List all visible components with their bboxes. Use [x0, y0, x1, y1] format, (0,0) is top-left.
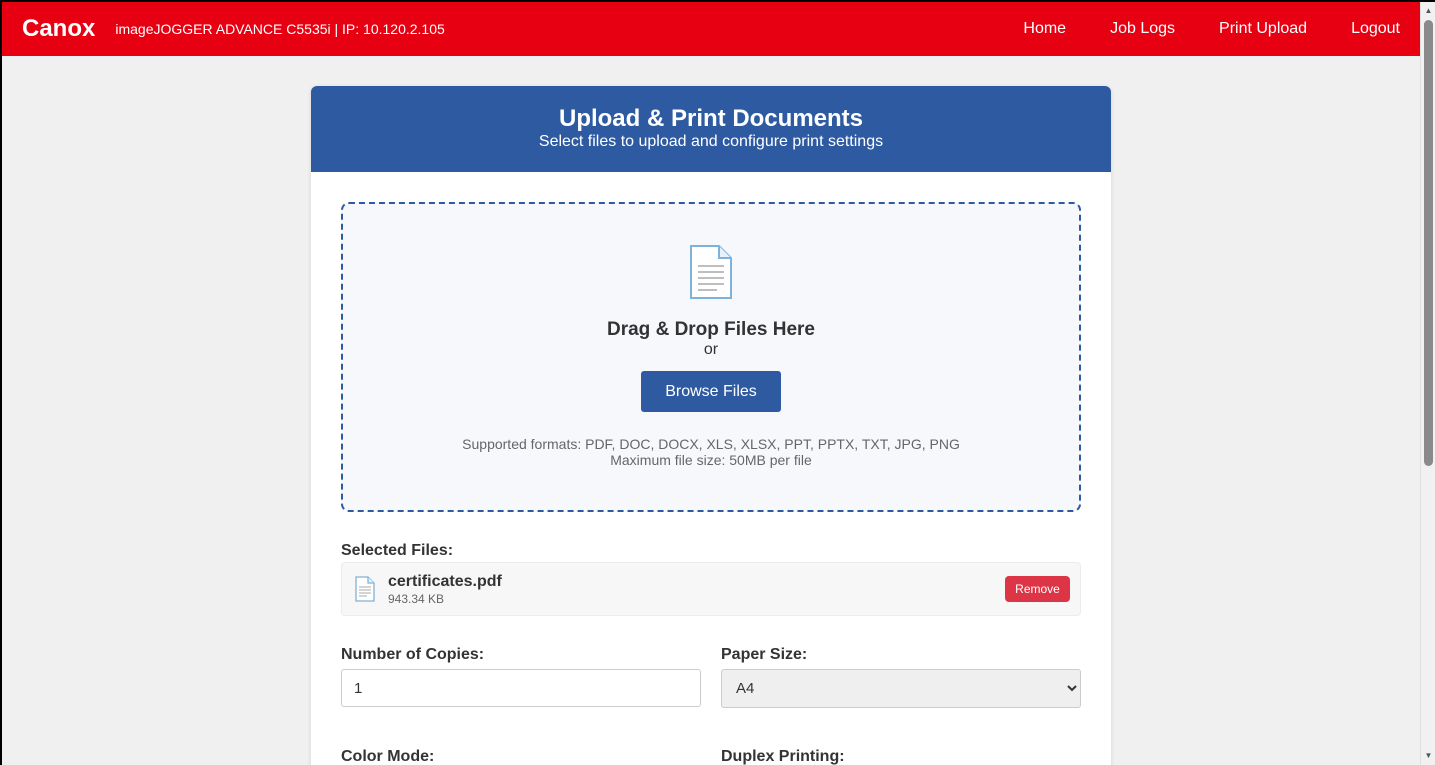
browse-files-button[interactable]: Browse Files — [641, 371, 781, 412]
scroll-up-arrow-icon[interactable]: ▲ — [1421, 4, 1435, 18]
settings-row-2: Color Mode: Duplex Printing: — [341, 748, 1081, 765]
brand-logo[interactable]: Canox — [22, 15, 95, 43]
copies-group: Number of Copies: — [341, 646, 701, 708]
selected-file-item: certificates.pdf 943.34 KB Remove — [341, 562, 1081, 616]
device-info: imageJOGGER ADVANCE C5535i | IP: 10.120.… — [115, 21, 445, 37]
document-icon — [685, 244, 737, 300]
nav-links: Home Job Logs Print Upload Logout — [979, 20, 1400, 38]
file-dropzone[interactable]: Drag & Drop Files Here or Browse Files S… — [341, 202, 1081, 512]
file-name: certificates.pdf — [388, 572, 502, 590]
page-title: Upload & Print Documents — [558, 105, 864, 132]
remove-file-button[interactable]: Remove — [1005, 576, 1070, 602]
copies-input[interactable] — [341, 669, 701, 707]
file-info: certificates.pdf 943.34 KB — [388, 573, 1005, 606]
settings-row-1: Number of Copies: Paper Size: A4 — [341, 646, 1081, 708]
duplex-label: Duplex Printing: — [721, 748, 845, 765]
file-size: 943.34 KB — [388, 591, 445, 606]
scroll-thumb[interactable] — [1424, 20, 1433, 466]
dropzone-title: Drag & Drop Files Here — [607, 319, 815, 340]
page-scrollbar[interactable]: ▲ ▼ — [1420, 2, 1435, 765]
nav-link-print-upload[interactable]: Print Upload — [1219, 20, 1307, 38]
page-subtitle: Select files to upload and configure pri… — [538, 133, 884, 150]
color-mode-label: Color Mode: — [341, 748, 435, 765]
supported-formats-text: Supported formats: PDF, DOC, DOCX, XLS, … — [462, 436, 960, 452]
copies-label: Number of Copies: — [341, 646, 485, 663]
max-file-size-text: Maximum file size: 50MB per file — [610, 452, 812, 468]
paper-size-select[interactable]: A4 — [721, 669, 1081, 708]
card-header: Upload & Print Documents Select files to… — [311, 86, 1111, 172]
paper-size-group: Paper Size: A4 — [721, 646, 1081, 708]
nav-link-logout[interactable]: Logout — [1351, 20, 1400, 38]
nav-link-home[interactable]: Home — [1023, 20, 1066, 38]
top-navbar: Canox imageJOGGER ADVANCE C5535i | IP: 1… — [2, 2, 1420, 56]
scroll-down-arrow-icon[interactable]: ▼ — [1421, 749, 1435, 763]
nav-link-job-logs[interactable]: Job Logs — [1110, 20, 1175, 38]
duplex-group: Duplex Printing: — [721, 748, 1081, 765]
file-icon — [354, 576, 376, 602]
upload-card: Upload & Print Documents Select files to… — [311, 86, 1111, 765]
dropzone-or-text: or — [703, 341, 719, 358]
selected-files-label: Selected Files: — [341, 542, 454, 559]
color-mode-group: Color Mode: — [341, 748, 701, 765]
paper-size-label: Paper Size: — [721, 646, 808, 663]
card-body: Drag & Drop Files Here or Browse Files S… — [311, 172, 1111, 765]
